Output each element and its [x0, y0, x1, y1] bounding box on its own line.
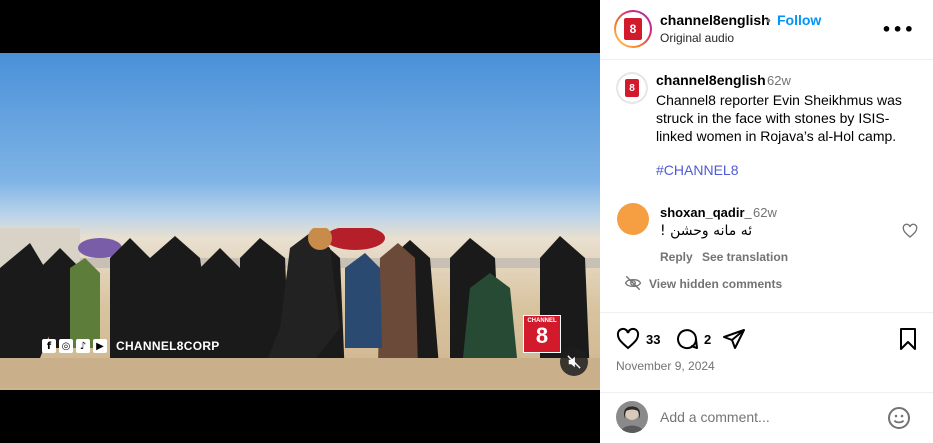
- reply-button[interactable]: Reply: [660, 250, 693, 264]
- like-icon[interactable]: [616, 327, 640, 351]
- follow-button[interactable]: Follow: [777, 12, 821, 28]
- post-side-panel: 8 channel8english • Follow Original audi…: [600, 0, 933, 443]
- like-count[interactable]: 33: [646, 332, 660, 347]
- channel8-avatar-logo: 8: [625, 79, 639, 97]
- comment-avatar[interactable]: [617, 203, 649, 235]
- instagram-icon: ◎: [59, 339, 73, 353]
- emoji-icon[interactable]: [887, 406, 911, 430]
- youtube-icon: ▶: [93, 339, 107, 353]
- muted-speaker-icon: [567, 355, 581, 369]
- mute-button[interactable]: [560, 348, 588, 376]
- media-pane: f ◎ ♪ ▶ CHANNEL8CORP CHANNEL 8: [0, 0, 600, 443]
- caption-username[interactable]: channel8english: [656, 72, 766, 88]
- header-username[interactable]: channel8english: [660, 12, 770, 28]
- header-avatar[interactable]: 8: [614, 10, 652, 48]
- more-options-icon[interactable]: •••: [881, 20, 915, 39]
- video-frame-scene: [0, 228, 600, 388]
- comment-username[interactable]: shoxan_qadir_: [660, 205, 752, 220]
- post-actions: 33 2 November 9, 2024: [600, 312, 933, 392]
- view-hidden-comments-button[interactable]: View hidden comments: [649, 277, 782, 291]
- current-user-avatar: [616, 401, 648, 433]
- hashtag-link[interactable]: #CHANNEL8: [656, 162, 738, 178]
- save-icon[interactable]: [896, 327, 920, 351]
- caption-avatar[interactable]: 8: [616, 72, 648, 104]
- post-date[interactable]: November 9, 2024: [616, 359, 715, 373]
- tiktok-icon: ♪: [76, 339, 90, 353]
- original-audio-link[interactable]: Original audio: [660, 31, 734, 45]
- comment-timestamp[interactable]: 62w: [753, 205, 777, 220]
- eye-slash-icon: [624, 275, 642, 291]
- social-watermark: f ◎ ♪ ▶ CHANNEL8CORP: [42, 339, 220, 353]
- caption-text: Channel8 reporter Evin Sheikhmus was str…: [656, 92, 902, 144]
- add-comment-input[interactable]: [660, 409, 860, 425]
- channel8-logo: CHANNEL 8: [523, 315, 561, 353]
- header-separator: •: [766, 12, 771, 28]
- caption-timestamp[interactable]: 62w: [767, 73, 791, 88]
- see-translation-button[interactable]: See translation: [702, 250, 788, 264]
- social-handle: CHANNEL8CORP: [116, 339, 220, 353]
- comment-count[interactable]: 2: [704, 332, 711, 347]
- add-comment-bar: [600, 392, 933, 443]
- post-header: 8 channel8english • Follow Original audi…: [600, 0, 933, 60]
- channel8-logo-num: 8: [535, 323, 549, 348]
- channel8-avatar-logo: 8: [624, 18, 642, 40]
- comment-like-icon[interactable]: [902, 223, 918, 239]
- video-player[interactable]: f ◎ ♪ ▶ CHANNEL8CORP CHANNEL 8: [0, 53, 600, 390]
- comment-text: ئه مانه وحشن !: [660, 223, 753, 239]
- facebook-icon: f: [42, 339, 56, 353]
- comment-icon[interactable]: [675, 327, 699, 351]
- share-icon[interactable]: [722, 327, 746, 351]
